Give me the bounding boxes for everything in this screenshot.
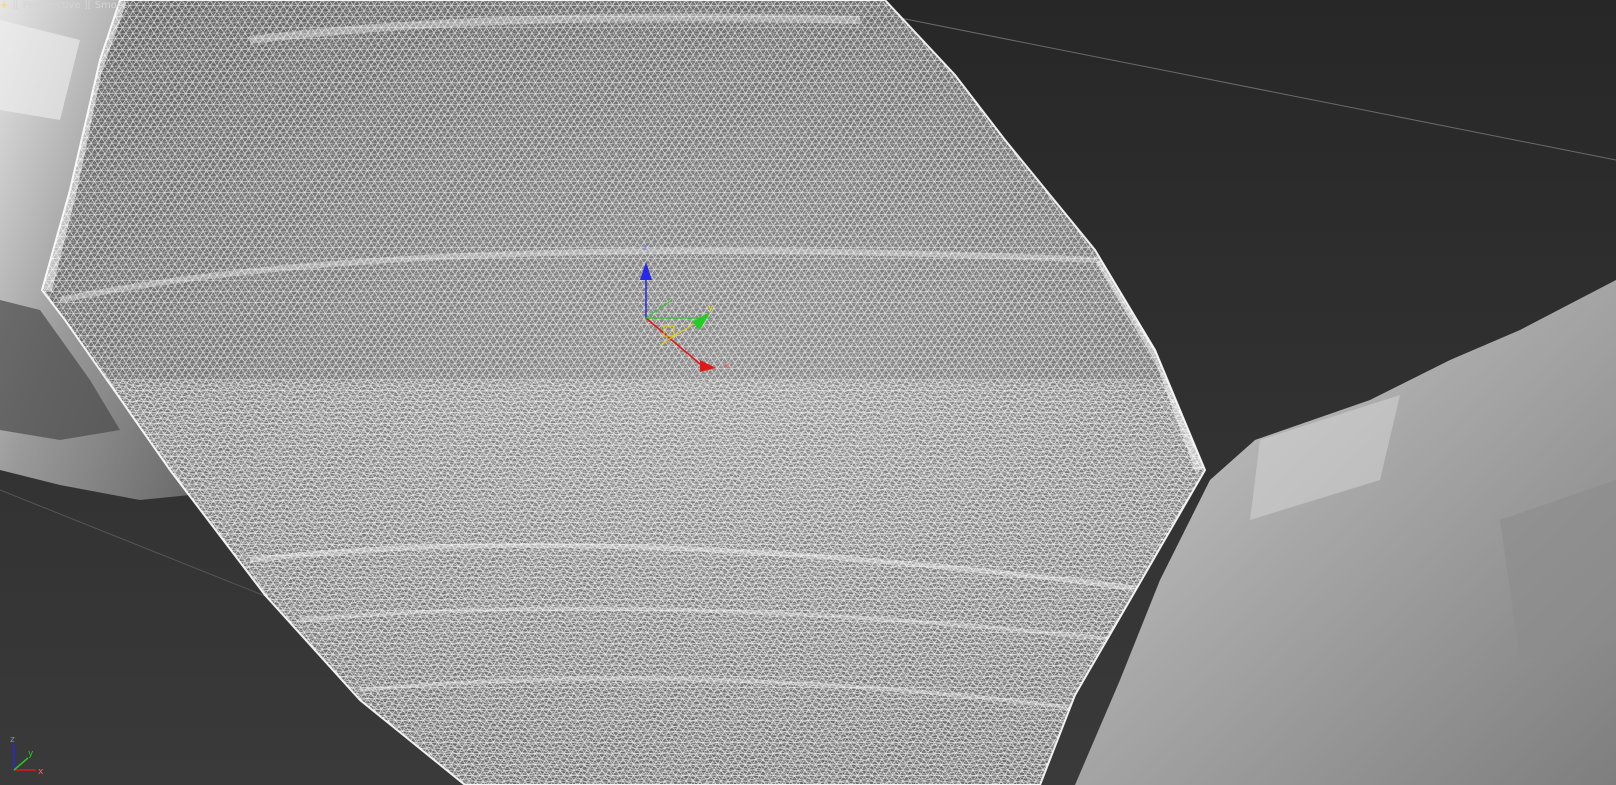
tripod-y-label: y (28, 749, 34, 759)
tripod-z-label: z (10, 735, 15, 745)
gizmo-x-label: x (724, 361, 730, 371)
viewport-scene: z y x z y x (0, 0, 1616, 785)
perspective-viewport[interactable]: z y x z y x + ][ Perspective ][ Smoot (0, 0, 1616, 785)
viewport-shading-menu[interactable]: Smoot (95, 0, 127, 11)
viewport-general-menu[interactable]: + (0, 0, 8, 11)
viewport-view-menu[interactable]: Perspective (23, 0, 81, 11)
tripod-x-label: x (38, 767, 44, 777)
gizmo-y-label: y (708, 303, 714, 313)
gizmo-z-label: z (643, 243, 648, 253)
viewport-label: + ][ Perspective ][ Smoot (0, 0, 127, 11)
